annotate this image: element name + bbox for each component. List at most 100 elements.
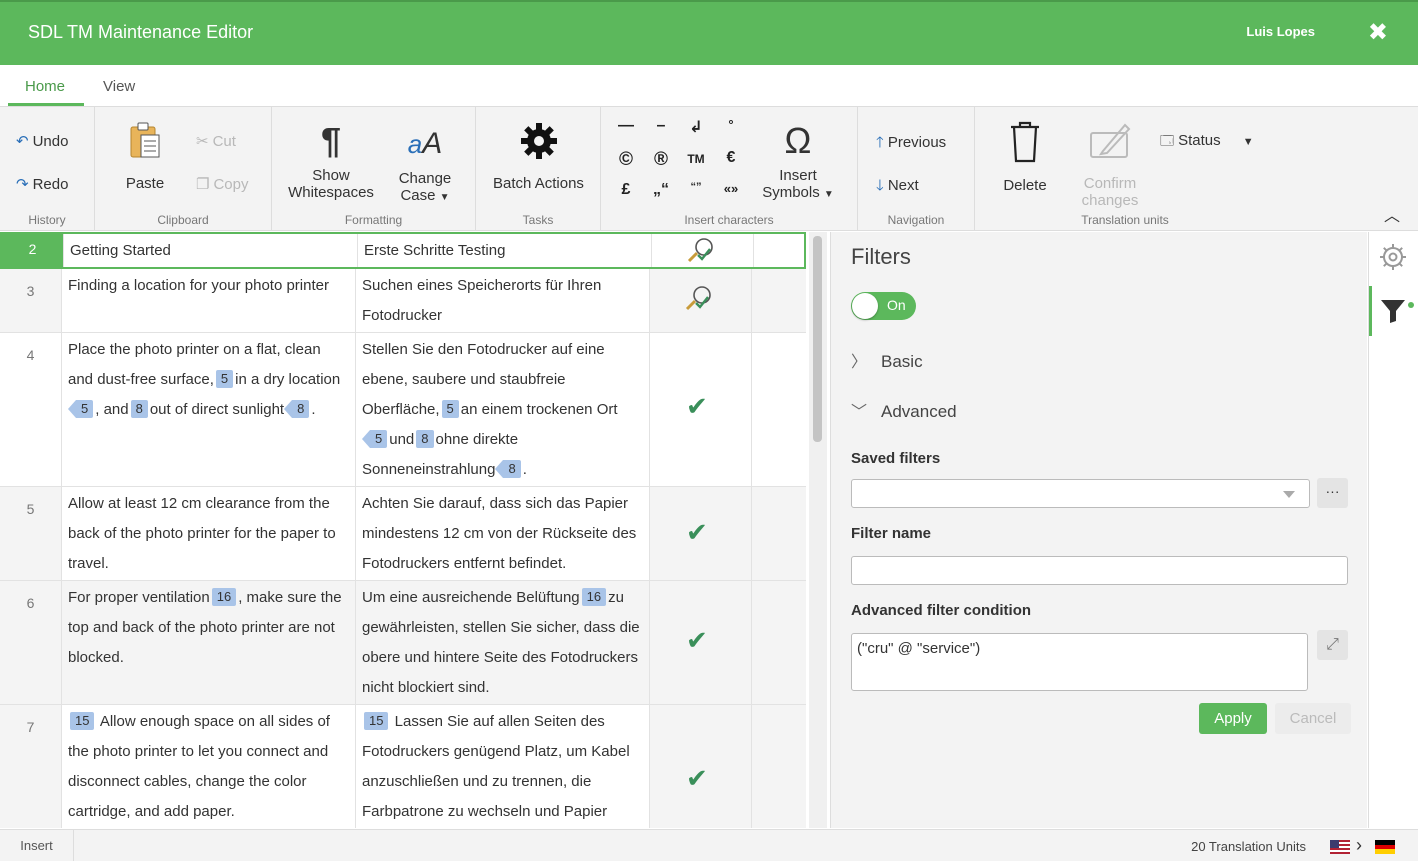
tag-end[interactable]: 5: [361, 430, 388, 448]
tag-placeholder[interactable]: 16: [211, 588, 237, 606]
advanced-condition-input[interactable]: ("cru" @ "service"): [851, 633, 1308, 691]
insert-symbols-label-2: Symbols: [762, 184, 820, 201]
trademark-symbol[interactable]: TM: [684, 152, 708, 166]
tag-start[interactable]: 8: [130, 400, 148, 418]
user-name[interactable]: Luis Lopes: [1246, 24, 1315, 39]
undo-label: Undo: [32, 133, 69, 150]
target-cell[interactable]: Stellen Sie den Fotodrucker auf eine ebe…: [356, 333, 650, 486]
copyright-symbol[interactable]: ©: [614, 149, 638, 171]
table-row[interactable]: 6 For proper ventilation 16, make sure th…: [0, 581, 806, 705]
table-row[interactable]: 5 Allow at least 12 cm clearance from th…: [0, 487, 806, 581]
tab-home[interactable]: Home: [25, 78, 65, 95]
tag-end[interactable]: 5: [67, 400, 94, 418]
tag-placeholder[interactable]: 15: [364, 712, 389, 730]
trash-icon: [995, 121, 1055, 171]
segment-text: out of direct sunlight: [149, 401, 285, 418]
source-cell[interactable]: Place the photo printer on a flat, clean…: [62, 333, 356, 486]
checkmark-icon: ✔: [686, 391, 708, 421]
target-cell[interactable]: Achten Sie darauf, dass sich das Papier …: [356, 487, 650, 580]
translation-units-group-label: Translation units: [1081, 213, 1169, 227]
target-cell[interactable]: Erste Schritte Testing: [358, 234, 652, 267]
insert-symbols-button[interactable]: Ω Insert Symbols ▼: [751, 121, 845, 203]
clipboard-group: Paste ✂ Cut ❐ Copy Clipboard: [95, 107, 272, 231]
show-whitespaces-button[interactable]: ¶ Show Whitespaces: [284, 121, 378, 202]
expand-icon[interactable]: ⤢: [1317, 630, 1348, 660]
more-options-button[interactable]: ···: [1317, 478, 1348, 508]
tag-end[interactable]: 8: [495, 460, 521, 478]
tag-start[interactable]: 5: [215, 370, 234, 388]
target-cell[interactable]: Um eine ausreichende Belüftung 16 zu gewäh…: [356, 581, 650, 704]
status-cell: ✔: [650, 333, 752, 486]
table-row[interactable]: 3 Finding a location for your photo prin…: [0, 269, 806, 333]
change-case-label-2: Case: [400, 187, 436, 204]
table-row[interactable]: 7 15 Allow enough space on all sides of …: [0, 705, 806, 828]
cancel-button[interactable]: Cancel: [1275, 703, 1351, 734]
close-icon[interactable]: ✖: [1368, 18, 1388, 47]
status-icon: 🗔: [1160, 133, 1175, 148]
delete-button[interactable]: Delete: [995, 121, 1055, 194]
source-cell[interactable]: Getting Started: [64, 234, 358, 267]
table-row[interactable]: 4 Place the photo printer on a flat, cle…: [0, 333, 806, 487]
target-cell[interactable]: 15 Lassen Sie auf allen Seiten des Fotod…: [356, 705, 650, 828]
english-quotes-symbol[interactable]: “”: [684, 181, 708, 193]
line-break-symbol[interactable]: ↲: [684, 117, 708, 137]
confirm-changes-label-2: changes: [1081, 192, 1139, 209]
registered-symbol[interactable]: ®: [649, 149, 673, 171]
target-cell[interactable]: Suchen eines Speicherorts für Ihren Foto…: [356, 269, 650, 332]
pound-symbol[interactable]: £: [614, 181, 638, 199]
language-direction-arrow: ›: [1356, 835, 1362, 855]
scrollbar-thumb[interactable]: [813, 236, 822, 442]
source-cell[interactable]: 15 Allow enough space on all sides of th…: [62, 705, 356, 828]
segment-text: Lassen Sie auf allen Seiten des Fotodruc…: [362, 713, 630, 820]
previous-label: Previous: [887, 134, 947, 151]
filter-name-input[interactable]: [851, 556, 1348, 585]
copy-label: Copy: [213, 176, 249, 193]
advanced-section-header[interactable]: ﹀ Advanced: [851, 398, 957, 422]
tab-view[interactable]: View: [103, 78, 135, 95]
apply-button[interactable]: Apply: [1199, 703, 1267, 734]
cut-label: Cut: [212, 133, 236, 150]
batch-actions-button[interactable]: Batch Actions: [486, 121, 591, 192]
source-cell[interactable]: For proper ventilation 16, make sure the …: [62, 581, 356, 704]
next-button[interactable]: 🡓 Next: [876, 175, 919, 200]
cut-button[interactable]: ✂ Cut: [196, 132, 236, 150]
tag-placeholder[interactable]: 16: [581, 588, 607, 606]
copy-icon: ❐: [196, 176, 210, 193]
euro-symbol[interactable]: €: [719, 149, 743, 167]
clipboard-group-label: Clipboard: [157, 213, 209, 227]
german-quotes-symbol[interactable]: „“: [649, 181, 673, 199]
tasks-group-label: Tasks: [522, 213, 554, 227]
em-dash-symbol[interactable]: —: [614, 117, 638, 135]
grid-scrollbar[interactable]: [809, 232, 827, 828]
copy-button[interactable]: ❐ Copy: [196, 175, 248, 193]
undo-button[interactable]: ↶ Undo: [16, 132, 68, 150]
segment-text: und: [389, 431, 415, 448]
tag-end[interactable]: 8: [283, 400, 310, 418]
change-case-button[interactable]: aA Change Case ▼: [390, 121, 460, 206]
basic-section-header[interactable]: 〉 Basic: [851, 348, 923, 372]
tag-start[interactable]: 8: [416, 430, 434, 448]
status-dropdown[interactable]: 🗔 Status ▼: [1160, 132, 1254, 154]
settings-gear-icon[interactable]: [1378, 242, 1408, 277]
translation-units-grid: 2 Getting Started Erste Schritte Testing…: [0, 232, 808, 828]
review-icon: [686, 237, 716, 270]
tag-start[interactable]: 5: [441, 400, 459, 418]
paste-button[interactable]: Paste: [117, 121, 173, 192]
tag-placeholder[interactable]: 15: [70, 712, 95, 730]
degree-symbol[interactable]: °: [719, 117, 743, 132]
redo-button[interactable]: ↷ Redo: [16, 175, 68, 193]
en-dash-symbol[interactable]: –: [649, 117, 673, 135]
previous-button[interactable]: 🡑 Previous: [876, 132, 946, 157]
filter-funnel-tab[interactable]: [1369, 286, 1418, 336]
collapse-ribbon-icon[interactable]: ︿: [1384, 202, 1400, 226]
source-cell[interactable]: Finding a location for your photo printe…: [62, 269, 356, 332]
source-cell[interactable]: Allow at least 12 cm clearance from the …: [62, 487, 356, 580]
table-row[interactable]: 2 Getting Started Erste Schritte Testing: [0, 232, 806, 269]
confirm-changes-button[interactable]: Confirm changes: [1073, 121, 1147, 209]
saved-filters-select[interactable]: [851, 479, 1310, 508]
navigation-group: 🡑 Previous 🡓 Next Navigation: [858, 107, 975, 231]
guillemets-symbol[interactable]: «»: [719, 181, 743, 196]
filters-toggle[interactable]: On: [851, 292, 916, 320]
undo-icon: ↶: [16, 133, 29, 150]
chevron-right-icon: 〉: [851, 354, 868, 371]
